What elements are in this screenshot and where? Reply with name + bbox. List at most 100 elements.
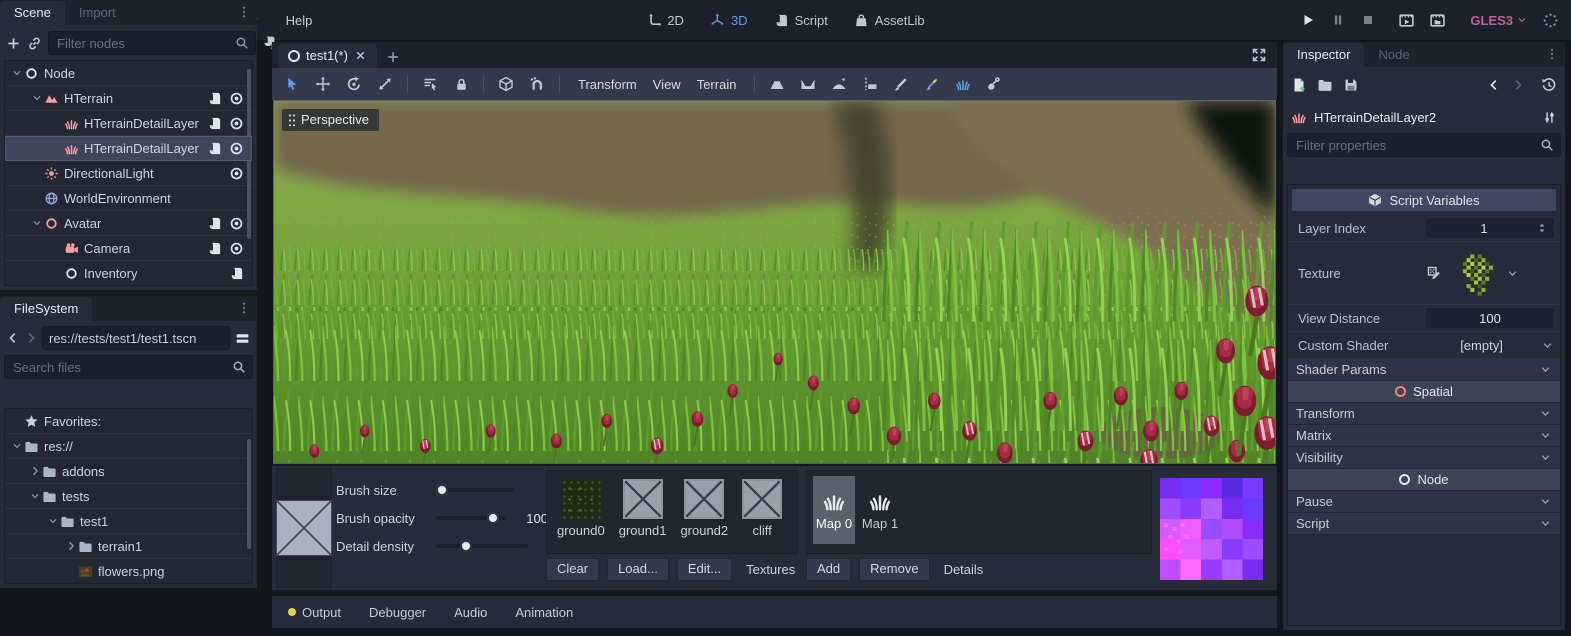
- chevron-down-icon[interactable]: [1541, 339, 1554, 352]
- scene-tab[interactable]: test1(*): [278, 44, 377, 68]
- visibility-icon[interactable]: [229, 241, 244, 256]
- mode-button-assetlib[interactable]: AssetLib: [846, 9, 933, 32]
- menu-help[interactable]: Help: [276, 9, 323, 32]
- play-button[interactable]: [1300, 12, 1316, 28]
- terrain-smooth-tool-icon[interactable]: [827, 73, 851, 95]
- section-script[interactable]: Script: [1288, 513, 1560, 535]
- spinbox-field[interactable]: 1: [1426, 218, 1554, 238]
- scene-node-row[interactable]: Node: [5, 61, 252, 86]
- script-variables-header[interactable]: Script Variables: [1292, 189, 1556, 211]
- menu-view[interactable]: View: [645, 74, 689, 95]
- toggle-split-mode-icon[interactable]: [234, 330, 251, 347]
- mode-button-2d[interactable]: 2D: [638, 9, 692, 32]
- terrain-lower-tool-icon[interactable]: [796, 73, 820, 95]
- filesystem-row[interactable]: test1: [5, 509, 252, 534]
- section-pause[interactable]: Pause: [1288, 491, 1560, 513]
- texture-slot[interactable]: ground0: [557, 479, 605, 545]
- tab-node[interactable]: Node: [1364, 43, 1423, 67]
- scene-node-row[interactable]: HTerrain: [5, 86, 252, 111]
- section-visibility[interactable]: Visibility: [1288, 447, 1560, 469]
- add-node-button[interactable]: [6, 32, 21, 54]
- value-field[interactable]: 100: [1426, 308, 1554, 328]
- bottom-tab-output[interactable]: Output: [288, 605, 341, 620]
- terrain-hole-tool-icon[interactable]: [982, 73, 1006, 95]
- terrain-color-tool-icon[interactable]: [920, 73, 944, 95]
- section-shader-params[interactable]: Shader Params: [1288, 359, 1560, 381]
- brush-shape-preview[interactable]: [276, 500, 332, 556]
- menu-terrain[interactable]: Terrain: [689, 74, 745, 95]
- renderer-dropdown[interactable]: GLES3: [1470, 13, 1528, 28]
- terrain-paint-tool-icon[interactable]: [889, 73, 913, 95]
- stepper-icon[interactable]: [1536, 222, 1548, 234]
- expand-icon[interactable]: [63, 540, 78, 552]
- stop-button[interactable]: [1360, 12, 1376, 28]
- terrain-raise-tool-icon[interactable]: [765, 73, 789, 95]
- dock-options-icon[interactable]: [1545, 47, 1559, 61]
- collapse-icon[interactable]: [45, 515, 60, 527]
- tab-import[interactable]: Import: [65, 1, 130, 25]
- snap-toggle-button[interactable]: [525, 73, 549, 95]
- move-tool-button[interactable]: [311, 73, 335, 95]
- nav-back-icon[interactable]: [6, 331, 20, 345]
- collapse-icon[interactable]: [9, 440, 24, 452]
- lock-node-button[interactable]: [449, 73, 473, 95]
- expand-icon[interactable]: [27, 465, 42, 477]
- detail-map-slot[interactable]: Map 1: [859, 476, 901, 544]
- scene-node-row[interactable]: WorldEnvironment: [5, 186, 252, 211]
- collapse-icon[interactable]: [27, 490, 42, 502]
- detail-map-slot[interactable]: Map 0: [813, 476, 855, 544]
- slider-thumb[interactable]: [487, 512, 499, 524]
- filesystem-row[interactable]: addons: [5, 459, 252, 484]
- object-history-icon[interactable]: [1541, 77, 1557, 93]
- history-forward-icon[interactable]: [1511, 78, 1525, 92]
- terrain-detail-tool-icon[interactable]: [951, 73, 975, 95]
- bottom-tab-debugger[interactable]: Debugger: [369, 605, 426, 620]
- button-edit[interactable]: Edit...: [677, 558, 732, 581]
- update-spinner-icon[interactable]: [1542, 12, 1559, 29]
- scene-node-row[interactable]: Inventory: [5, 261, 252, 286]
- filesystem-row[interactable]: res://: [5, 434, 252, 459]
- new-tab-button[interactable]: [381, 46, 405, 68]
- filesystem-row[interactable]: flowers.png: [5, 559, 252, 584]
- edit-texture-icon[interactable]: [1426, 265, 1442, 281]
- texture-slot[interactable]: ground2: [680, 479, 728, 545]
- collapse-icon[interactable]: [29, 217, 44, 229]
- history-back-icon[interactable]: [1487, 78, 1501, 92]
- pause-button[interactable]: [1330, 12, 1346, 28]
- collapse-icon[interactable]: [9, 67, 24, 79]
- close-tab-icon[interactable]: [354, 49, 367, 62]
- scene-node-row[interactable]: HTerrainDetailLayer: [5, 136, 252, 161]
- section-matrix[interactable]: Matrix: [1288, 425, 1560, 447]
- group-node-button[interactable]: [494, 73, 518, 95]
- visibility-icon[interactable]: [229, 116, 244, 131]
- scene-node-row[interactable]: Avatar: [5, 211, 252, 236]
- mode-button-script[interactable]: Script: [766, 9, 836, 32]
- scene-node-row[interactable]: HTerrainDetailLayer: [5, 111, 252, 136]
- menu-transform[interactable]: Transform: [570, 74, 645, 95]
- play-custom-scene-button[interactable]: [1429, 12, 1446, 29]
- instance-scene-button[interactable]: [27, 32, 42, 54]
- visibility-icon[interactable]: [229, 166, 244, 181]
- distraction-free-icon[interactable]: [1251, 47, 1267, 63]
- slider-thumb[interactable]: [460, 540, 472, 552]
- load-resource-icon[interactable]: [1317, 77, 1333, 93]
- dock-options-icon[interactable]: [237, 5, 251, 19]
- slider-track[interactable]: [436, 544, 528, 548]
- section-transform[interactable]: Transform: [1288, 403, 1560, 425]
- play-scene-button[interactable]: [1398, 12, 1415, 29]
- tab-filesystem[interactable]: FileSystem: [0, 297, 92, 321]
- current-path-field[interactable]: [42, 326, 230, 350]
- visibility-icon[interactable]: [229, 216, 244, 231]
- scale-tool-button[interactable]: [373, 73, 397, 95]
- rotate-tool-button[interactable]: [342, 73, 366, 95]
- new-resource-icon[interactable]: [1291, 77, 1307, 93]
- script-icon[interactable]: [207, 216, 222, 231]
- scene-node-row[interactable]: DirectionalLight: [5, 161, 252, 186]
- script-icon[interactable]: [207, 141, 222, 156]
- button-load[interactable]: Load...: [607, 558, 669, 581]
- button-add[interactable]: Add: [806, 558, 851, 581]
- select-tool-button[interactable]: [280, 73, 304, 95]
- save-resource-icon[interactable]: [1343, 77, 1359, 93]
- extra-tools-icon[interactable]: [1542, 110, 1557, 125]
- viewport-3d[interactable]: Perspective: [273, 100, 1276, 464]
